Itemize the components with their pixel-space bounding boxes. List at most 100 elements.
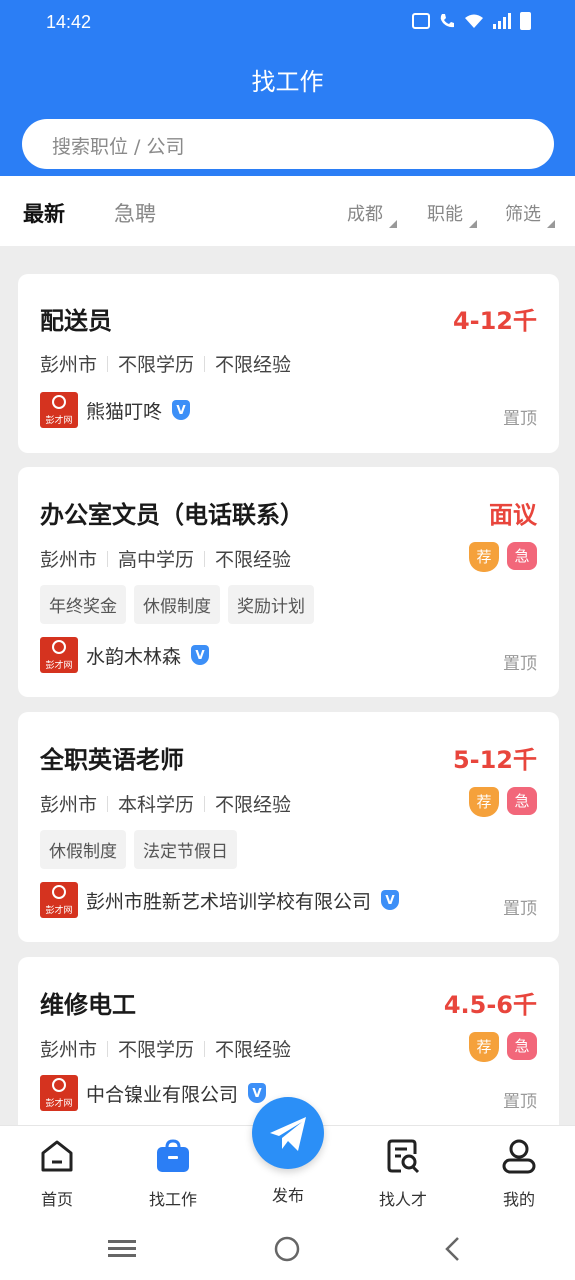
more-filter[interactable]: 筛选 <box>505 200 555 228</box>
search-placeholder: 搜索职位 / 公司 <box>52 136 185 158</box>
search-doc-icon <box>387 1139 420 1174</box>
vibrate-icon <box>412 13 430 29</box>
dropdown-triangle-icon <box>547 220 555 228</box>
wifi-icon <box>465 14 483 28</box>
job-education: 高中学历 <box>118 549 195 571</box>
city-filter-label: 成都 <box>347 204 383 225</box>
job-salary: 面议 <box>489 501 537 529</box>
dropdown-triangle-icon <box>389 220 397 228</box>
nav-jobs[interactable]: 找工作 <box>128 1138 218 1210</box>
function-filter[interactable]: 职能 <box>427 200 477 228</box>
job-salary: 5-12千 <box>452 746 537 774</box>
publish-button[interactable] <box>252 1097 324 1169</box>
tab-urgent[interactable]: 急聘 <box>114 198 156 228</box>
home-icon <box>41 1140 73 1172</box>
dropdown-triangle-icon <box>469 220 477 228</box>
nav-mine-label: 我的 <box>502 1190 535 1209</box>
job-tag: 休假制度 <box>134 585 220 624</box>
company-row[interactable]: 彭才网 熊猫叮咚 V <box>40 392 191 428</box>
job-badges: 荐 急 <box>469 787 537 817</box>
company-row[interactable]: 彭才网 水韵木林森 V <box>40 637 210 673</box>
signal-icon <box>493 13 511 29</box>
page-title: 找工作 <box>251 68 324 96</box>
job-location: 彭州市 <box>40 354 98 376</box>
system-nav-bar <box>0 1220 575 1280</box>
pinned-label: 置顶 <box>503 1092 537 1112</box>
company-name: 中合镍业有限公司 <box>86 1083 239 1106</box>
nav-mine[interactable]: 我的 <box>474 1138 564 1210</box>
job-location: 彭州市 <box>40 549 98 571</box>
menu-icon[interactable] <box>108 1238 136 1260</box>
header-bar: 14:42 找工作 搜索职位 / 公司 <box>0 0 575 176</box>
company-row[interactable]: 彭才网 中合镍业有限公司 V <box>40 1075 267 1111</box>
job-salary: 4.5-6千 <box>443 991 537 1019</box>
job-experience: 不限经验 <box>215 1039 292 1061</box>
job-title: 维修电工 <box>40 991 136 1019</box>
job-salary: 4-12千 <box>452 307 537 335</box>
wifi-call-icon <box>440 14 454 28</box>
company-logo: 彭才网 <box>40 1075 78 1111</box>
nav-talent[interactable]: 找人才 <box>358 1138 448 1210</box>
verified-icon: V <box>191 645 210 665</box>
job-tag: 奖励计划 <box>228 585 314 624</box>
verified-icon: V <box>172 400 191 420</box>
job-experience: 不限经验 <box>215 549 292 571</box>
job-experience: 不限经验 <box>215 794 292 816</box>
job-tags: 休假制度 法定节假日 <box>40 830 237 869</box>
company-name: 彭州市胜新艺术培训学校有限公司 <box>86 890 372 913</box>
job-title: 全职英语老师 <box>40 746 184 774</box>
nav-talent-label: 找人才 <box>378 1190 427 1209</box>
job-badges: 荐 急 <box>469 542 537 572</box>
job-location: 彭州市 <box>40 1039 98 1061</box>
job-meta: 彭州市 本科学历 不限经验 <box>40 790 291 817</box>
job-location: 彭州市 <box>40 794 98 816</box>
back-icon[interactable] <box>443 1236 461 1262</box>
search-input[interactable]: 搜索职位 / 公司 <box>22 119 554 169</box>
user-icon <box>502 1139 536 1174</box>
urgent-badge: 急 <box>507 1032 537 1060</box>
tab-bar: 最新 急聘 成都 职能 筛选 <box>0 176 575 246</box>
battery-icon <box>520 12 531 30</box>
job-tag: 休假制度 <box>40 830 126 869</box>
job-meta: 彭州市 不限学历 不限经验 <box>40 350 291 377</box>
company-name: 水韵木林森 <box>86 645 182 668</box>
city-filter[interactable]: 成都 <box>347 200 397 228</box>
job-title: 配送员 <box>40 307 112 335</box>
urgent-badge: 急 <box>507 542 537 570</box>
job-education: 本科学历 <box>118 794 195 816</box>
nav-home-label: 首页 <box>40 1190 73 1209</box>
pinned-label: 置顶 <box>503 899 537 919</box>
publish-label: 发布 <box>271 1186 304 1205</box>
company-logo: 彭才网 <box>40 882 78 918</box>
company-row[interactable]: 彭才网 彭州市胜新艺术培训学校有限公司 V <box>40 882 400 918</box>
job-tag: 年终奖金 <box>40 585 126 624</box>
company-logo: 彭才网 <box>40 637 78 673</box>
job-tags: 年终奖金 休假制度 奖励计划 <box>40 585 314 624</box>
company-logo: 彭才网 <box>40 392 78 428</box>
pinned-label: 置顶 <box>503 409 537 429</box>
recommend-badge: 荐 <box>469 787 499 817</box>
urgent-badge: 急 <box>507 787 537 815</box>
pinned-label: 置顶 <box>503 654 537 674</box>
status-bar: 14:42 <box>0 0 575 48</box>
home-circle-icon[interactable] <box>274 1236 300 1262</box>
job-meta: 彭州市 高中学历 不限经验 <box>40 545 291 572</box>
recommend-badge: 荐 <box>469 1032 499 1062</box>
status-icons <box>412 12 531 30</box>
company-name: 熊猫叮咚 <box>86 400 163 423</box>
job-title: 办公室文员（电话联系） <box>40 501 304 529</box>
more-filter-label: 筛选 <box>505 204 541 225</box>
job-card[interactable]: 配送员 4-12千 彭州市 不限学历 不限经验 彭才网 熊猫叮咚 V 置顶 <box>18 274 559 453</box>
tab-latest[interactable]: 最新 <box>23 198 65 228</box>
function-filter-label: 职能 <box>427 204 463 225</box>
job-experience: 不限经验 <box>215 354 292 376</box>
nav-home[interactable]: 首页 <box>12 1138 102 1210</box>
job-badges: 荐 急 <box>469 1032 537 1062</box>
status-time: 14:42 <box>46 12 92 32</box>
job-card[interactable]: 办公室文员（电话联系） 面议 彭州市 高中学历 不限经验 荐 急 年终奖金 休假… <box>18 467 559 697</box>
recommend-badge: 荐 <box>469 542 499 572</box>
job-education: 不限学历 <box>118 354 195 376</box>
job-card[interactable]: 全职英语老师 5-12千 彭州市 本科学历 不限经验 荐 急 休假制度 法定节假… <box>18 712 559 942</box>
paper-plane-icon <box>270 1117 306 1151</box>
job-meta: 彭州市 不限学历 不限经验 <box>40 1035 291 1062</box>
